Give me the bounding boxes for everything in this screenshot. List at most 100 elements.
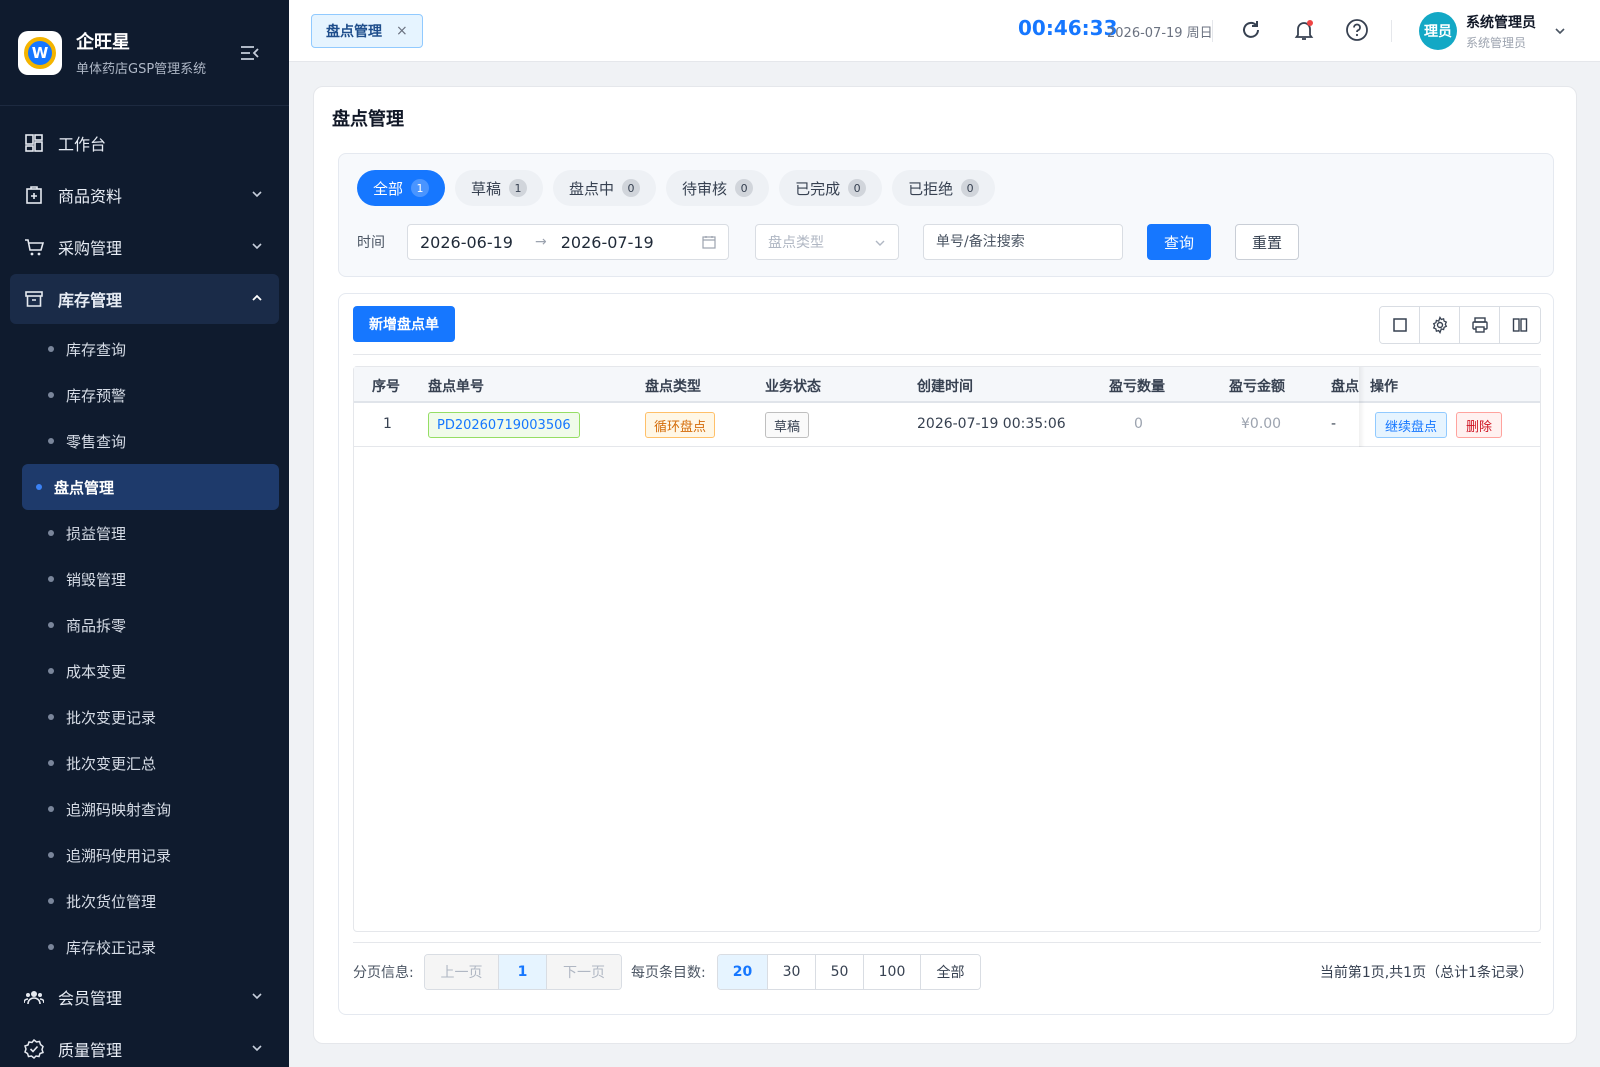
- sidebar-sub-stock-alert[interactable]: 库存预警: [22, 372, 279, 418]
- sidebar-sub-retail-query[interactable]: 零售查询: [22, 418, 279, 464]
- page-size-20[interactable]: 20: [718, 955, 768, 989]
- tab-label: 盘点管理: [326, 24, 382, 40]
- sidebar-item-purchase[interactable]: 采购管理: [10, 222, 279, 272]
- column-header-type: 盘点类型: [645, 379, 701, 395]
- sidebar-sub-label: 批次货位管理: [66, 892, 157, 911]
- cell-qty: 0: [1134, 416, 1143, 432]
- page-nav: 上一页 1 下一页: [424, 954, 622, 990]
- brand: W 企旺星 单体药店GSP管理系统: [0, 0, 289, 106]
- column-header-qty: 盈亏数量: [1109, 379, 1165, 395]
- sidebar-sub-trace-mapping[interactable]: 追溯码映射查询: [22, 786, 279, 832]
- status-tab-counting[interactable]: 盘点中 0: [553, 170, 657, 206]
- status-tab-label: 草稿: [471, 179, 502, 198]
- cell-counter: -: [1331, 416, 1337, 432]
- logo: W: [18, 30, 62, 75]
- sidebar-item-label: 工作台: [58, 135, 107, 154]
- tab-stocktake[interactable]: 盘点管理 ×: [311, 14, 423, 48]
- page-number-button[interactable]: 1: [499, 955, 547, 989]
- quality-icon: [24, 1039, 44, 1059]
- help-icon[interactable]: [1345, 18, 1369, 42]
- table-toolbar: [1379, 306, 1541, 344]
- page-size-30[interactable]: 30: [768, 955, 816, 989]
- sidebar-sub-label: 库存查询: [66, 340, 127, 359]
- status-tab-all[interactable]: 全部 1: [357, 170, 446, 206]
- column-header-actions: 操作: [1370, 379, 1398, 395]
- sidebar-sub-stocktake[interactable]: 盘点管理: [22, 464, 279, 510]
- cell-order-no[interactable]: PD20260719003506: [428, 412, 580, 438]
- print-icon[interactable]: [1460, 307, 1500, 343]
- warehouse-icon: [24, 289, 44, 309]
- status-tab-draft[interactable]: 草稿 1: [455, 170, 544, 206]
- date-display: 2026-07-19 周日: [1107, 26, 1213, 41]
- sidebar-sub-label: 销毁管理: [66, 570, 127, 589]
- collapse-menu-icon[interactable]: [240, 44, 260, 62]
- continue-stocktake-button[interactable]: 继续盘点: [1375, 412, 1448, 438]
- search-input[interactable]: [923, 224, 1123, 260]
- add-stocktake-button[interactable]: 新增盘点单: [353, 306, 455, 342]
- sidebar-sub-profit-loss[interactable]: 损益管理: [22, 510, 279, 556]
- pagination-summary: 当前第1页,共1页（总计1条记录）: [1319, 965, 1533, 981]
- column-header-status: 业务状态: [765, 379, 821, 395]
- status-tab-completed[interactable]: 已完成 0: [779, 170, 883, 206]
- filter-panel: 全部 1 草稿 1 盘点中 0 待审核 0 已完成 0 已拒绝 0 时间 2026-06-1…: [338, 153, 1554, 277]
- sidebar-sub-label: 商品拆零: [66, 616, 127, 635]
- sidebar-sub-batch-location[interactable]: 批次货位管理: [22, 878, 279, 924]
- reset-button[interactable]: 重置: [1235, 224, 1299, 260]
- logo-mark: W: [24, 36, 56, 69]
- status-tab-label: 盘点中: [569, 179, 615, 198]
- sidebar-item-members[interactable]: 会员管理: [10, 972, 279, 1022]
- columns-icon[interactable]: [1500, 307, 1540, 343]
- sidebar-item-inventory[interactable]: 库存管理: [10, 274, 279, 324]
- date-to[interactable]: 2026-07-19: [561, 233, 654, 252]
- status-tab-count: 0: [622, 179, 641, 197]
- sidebar-sub-split[interactable]: 商品拆零: [22, 602, 279, 648]
- sidebar-sub-trace-usage[interactable]: 追溯码使用记录: [22, 832, 279, 878]
- sidebar-item-label: 商品资料: [58, 187, 123, 206]
- sidebar-sub-batch-summary[interactable]: 批次变更汇总: [22, 740, 279, 786]
- chevron-down-icon[interactable]: [1554, 25, 1566, 37]
- sidebar-sub-cost-change[interactable]: 成本变更: [22, 648, 279, 694]
- sidebar-sub-batch-record[interactable]: 批次变更记录: [22, 694, 279, 740]
- close-icon[interactable]: ×: [396, 23, 408, 39]
- query-button[interactable]: 查询: [1147, 224, 1211, 260]
- page-size-label: 每页条目数:: [631, 965, 706, 981]
- settings-icon[interactable]: [1420, 307, 1460, 343]
- date-from[interactable]: 2026-06-19: [420, 233, 513, 252]
- user-name[interactable]: 系统管理员: [1466, 12, 1536, 32]
- fixed-column-shadow: [1359, 367, 1365, 447]
- status-tab-pending[interactable]: 待审核 0: [666, 170, 770, 206]
- cell-index: 1: [383, 416, 392, 432]
- fullscreen-icon[interactable]: [1380, 307, 1420, 343]
- cell-amount: ¥0.00: [1241, 416, 1282, 432]
- date-range-picker[interactable]: 2026-06-19 → 2026-07-19: [407, 224, 729, 260]
- chevron-down-icon: [875, 240, 885, 246]
- sidebar-item-products[interactable]: 商品资料: [10, 170, 279, 220]
- user-role: 系统管理员: [1466, 36, 1527, 50]
- sidebar-item-dashboard[interactable]: 工作台: [10, 118, 279, 168]
- chevron-down-icon: [252, 1045, 262, 1052]
- notification-bell-icon[interactable]: [1292, 18, 1316, 42]
- page-size-all[interactable]: 全部: [921, 955, 980, 989]
- sidebar-item-label: 库存管理: [58, 291, 123, 310]
- column-header-index: 序号: [372, 379, 400, 395]
- avatar[interactable]: 理员: [1419, 12, 1457, 50]
- page-size-100[interactable]: 100: [864, 955, 921, 989]
- next-page-button[interactable]: 下一页: [547, 955, 621, 989]
- type-select-placeholder: 盘点类型: [768, 235, 824, 251]
- status-tab-label: 待审核: [682, 179, 728, 198]
- status-tab-rejected[interactable]: 已拒绝 0: [892, 170, 996, 206]
- refresh-icon[interactable]: [1239, 18, 1263, 42]
- sidebar-sub-stock-correction[interactable]: 库存校正记录: [22, 924, 279, 970]
- sidebar-menu: 工作台 商品资料 采购管理 库存管理 库存查询 库存预警 零售查询 盘点管理 损…: [0, 106, 289, 1067]
- sidebar-sub-stock-query[interactable]: 库存查询: [22, 326, 279, 372]
- sidebar-sub-destruction[interactable]: 销毁管理: [22, 556, 279, 602]
- delete-button[interactable]: 删除: [1456, 412, 1503, 438]
- page-size-50[interactable]: 50: [816, 955, 864, 989]
- status-tab-count: 1: [509, 179, 528, 197]
- sidebar-item-quality[interactable]: 质量管理: [10, 1024, 279, 1067]
- prev-page-button[interactable]: 上一页: [425, 955, 499, 989]
- type-select[interactable]: 盘点类型: [755, 224, 899, 260]
- sidebar-item-label: 采购管理: [58, 239, 123, 258]
- divider: [1391, 20, 1392, 42]
- column-header-counter: 盘点: [1331, 379, 1359, 395]
